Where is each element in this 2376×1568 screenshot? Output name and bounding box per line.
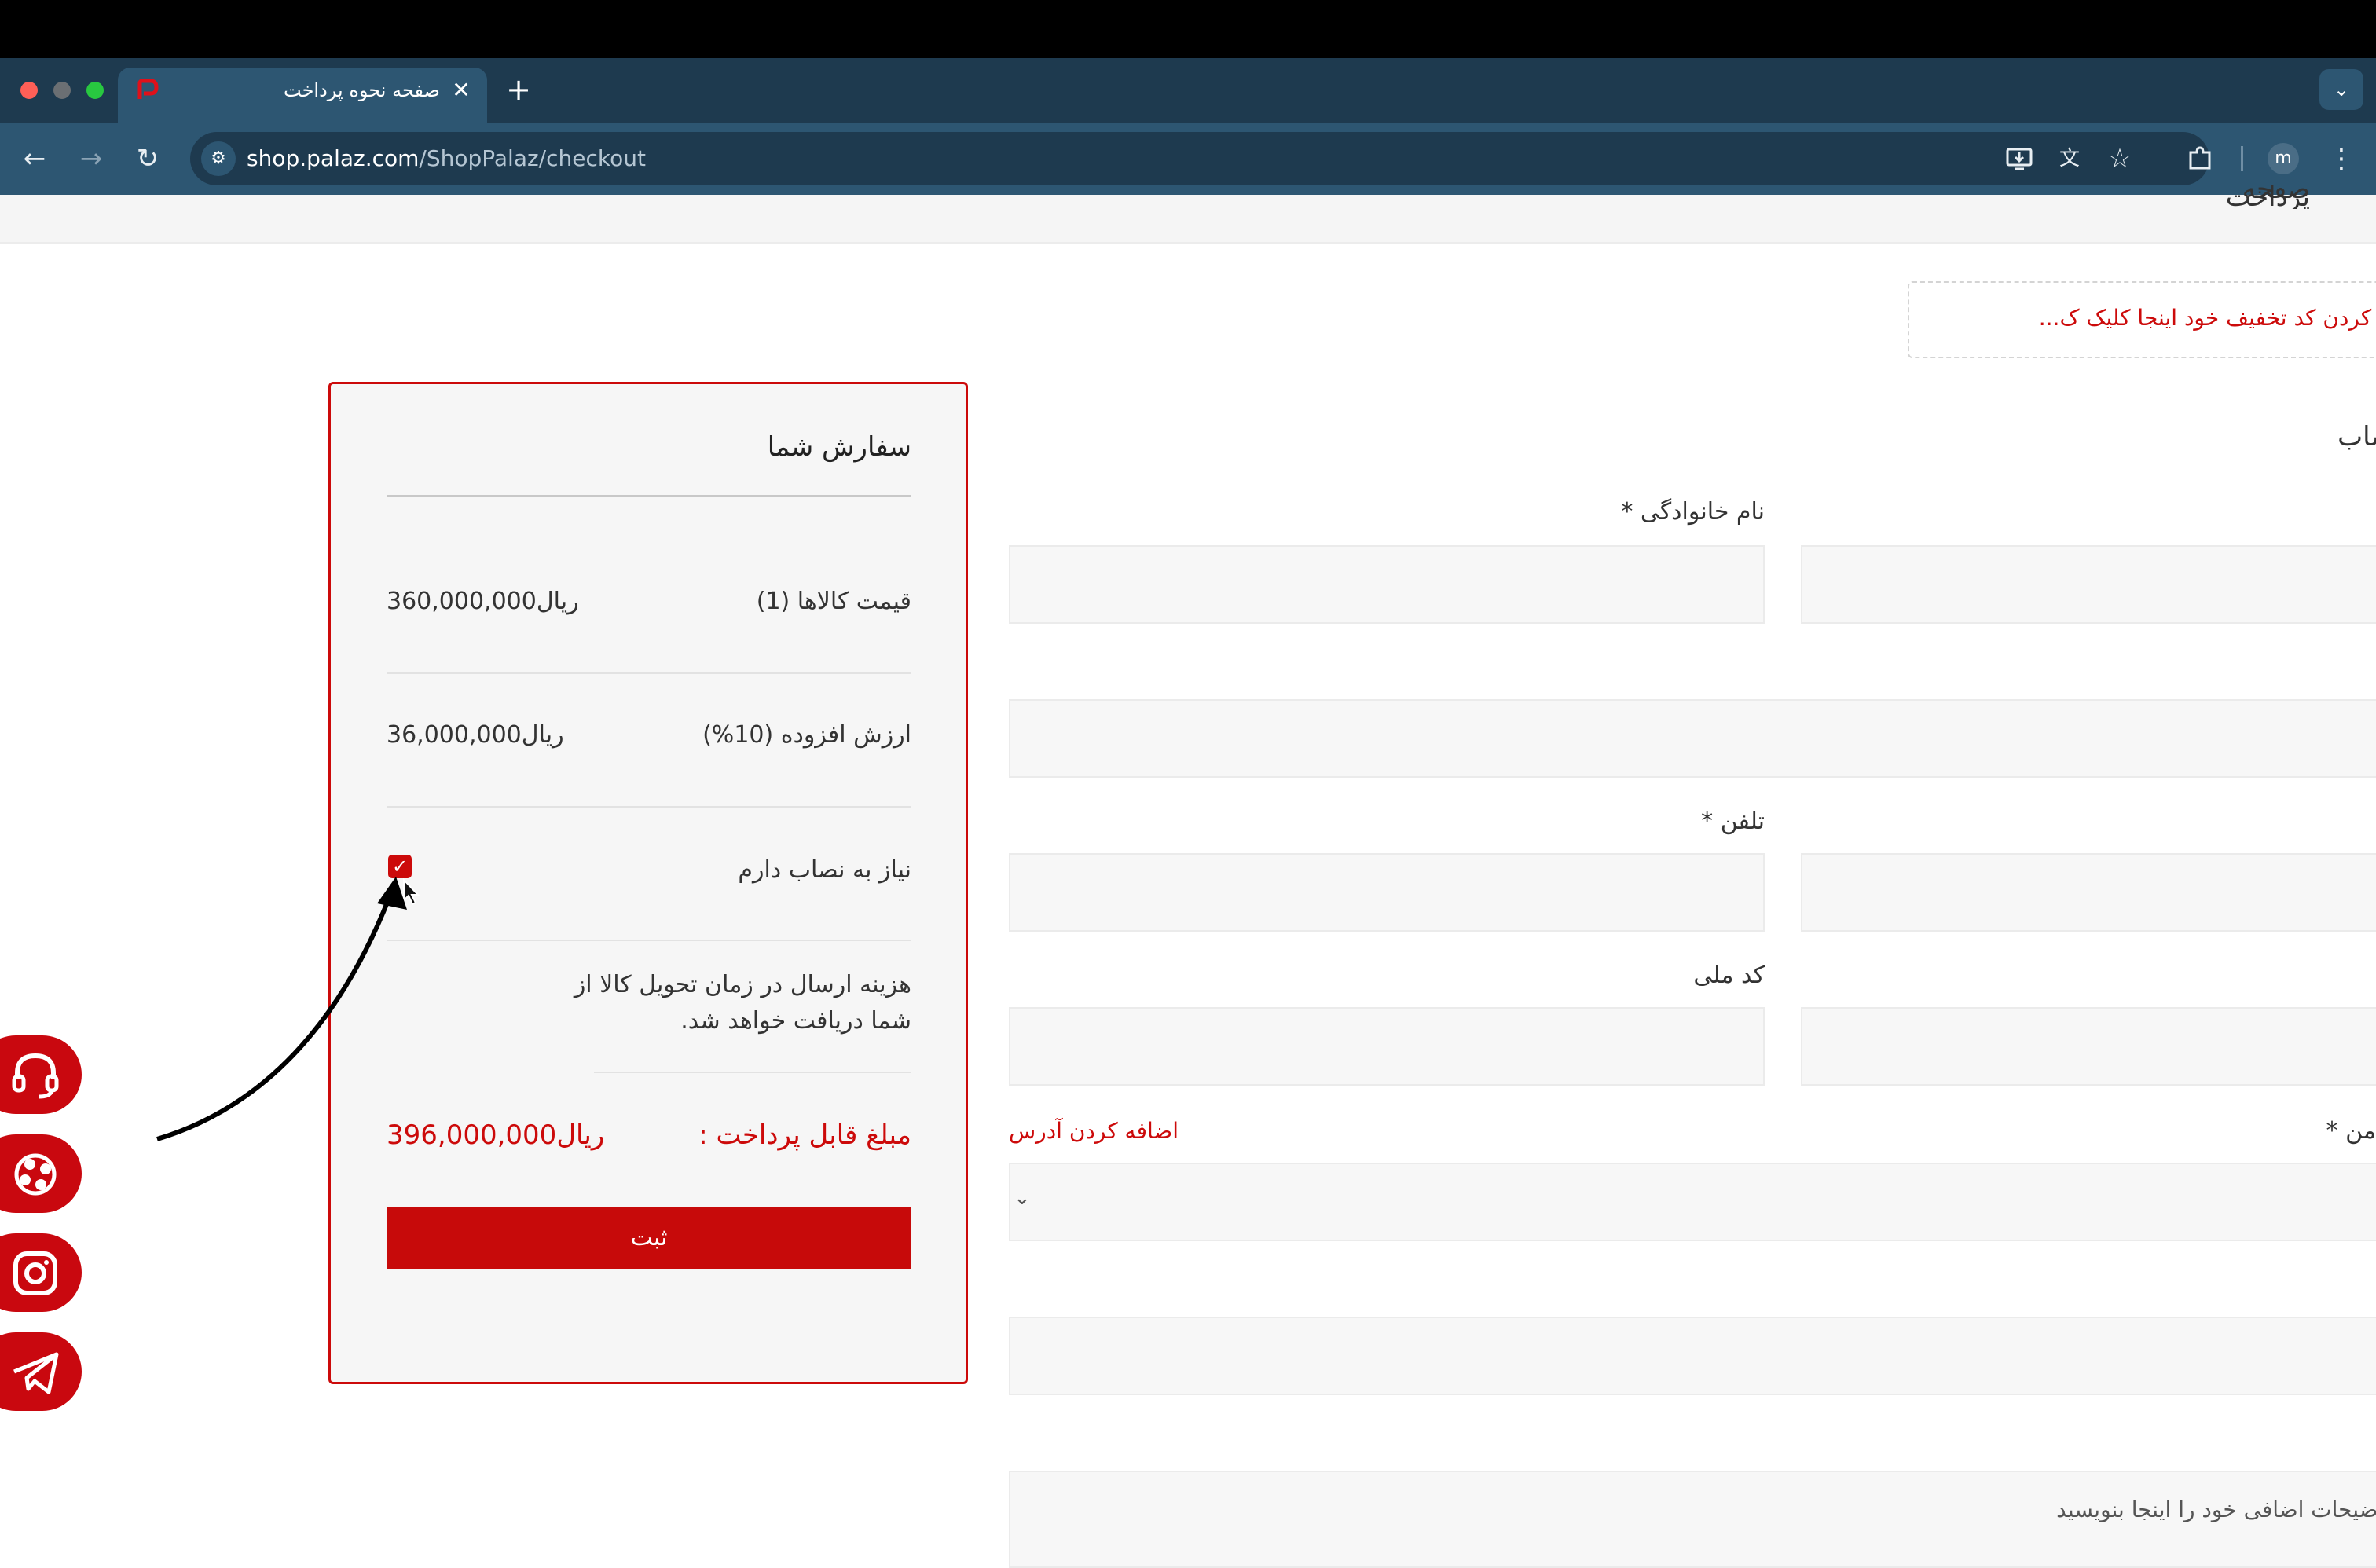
national-code-input[interactable] bbox=[1009, 1007, 1765, 1086]
profile-avatar[interactable]: m bbox=[2268, 143, 2299, 174]
total-payable-value: 396,000,000ریال bbox=[387, 1119, 605, 1151]
installer-needed-label: نیاز به نصاب دارم bbox=[738, 856, 911, 884]
order-notes-placeholder: وضیحات اضافی خود را اینجا بنویسید bbox=[2056, 1497, 2376, 1522]
aparat-icon bbox=[14, 1153, 57, 1196]
support-button[interactable] bbox=[0, 1035, 82, 1114]
items-price-value: 360,000,000ریال bbox=[387, 588, 579, 615]
order-title-divider bbox=[387, 495, 911, 497]
total-payable-label: مبلغ قابل پرداخت : bbox=[698, 1119, 911, 1151]
address-detail-input[interactable] bbox=[1009, 1317, 2376, 1395]
chevron-down-icon: ⌄ bbox=[1014, 1186, 1031, 1210]
extensions-icon[interactable] bbox=[2183, 141, 2217, 176]
vat-label: ارزش افزوده (10%) bbox=[702, 721, 911, 749]
reload-icon[interactable]: ↻ bbox=[130, 141, 165, 176]
telegram-button[interactable] bbox=[0, 1332, 82, 1411]
divider bbox=[387, 806, 911, 808]
annotation-arrow bbox=[156, 877, 407, 1141]
email-input[interactable] bbox=[1801, 853, 2376, 932]
shipping-note-line1: هزینه ارسال در زمان تحویل کالا از bbox=[574, 971, 911, 998]
divider bbox=[594, 1072, 911, 1073]
page-header-strip bbox=[0, 195, 2376, 244]
divider bbox=[387, 940, 911, 941]
forward-icon[interactable]: → bbox=[74, 141, 108, 176]
url-host: shop.palaz.com bbox=[247, 145, 420, 171]
company-label: ) bbox=[2365, 650, 2376, 685]
postal-code-input[interactable] bbox=[1801, 1007, 2376, 1086]
add-address-link[interactable]: اضافه کردن آدرس bbox=[1009, 1114, 1323, 1149]
instagram-icon bbox=[13, 1251, 57, 1295]
last-name-input[interactable] bbox=[1009, 545, 1765, 624]
instagram-button[interactable] bbox=[0, 1233, 82, 1312]
toolbar-separator bbox=[2241, 146, 2243, 171]
phone-input[interactable] bbox=[1009, 853, 1765, 932]
site-favicon-icon bbox=[135, 79, 159, 102]
telegram-icon bbox=[13, 1352, 59, 1394]
back-icon[interactable]: ← bbox=[17, 141, 52, 176]
translate-icon[interactable]: 文 bbox=[2052, 141, 2087, 176]
billing-section-heading: ساب bbox=[2338, 421, 2376, 452]
new-tab-button[interactable]: + bbox=[503, 74, 534, 105]
bookmark-star-icon[interactable]: ☆ bbox=[2103, 141, 2137, 176]
shipping-note-line2: شما دریافت خواهد شد. bbox=[680, 1007, 911, 1035]
national-code-label: کد ملی bbox=[1693, 962, 1765, 989]
menu-icon[interactable]: ⋮ bbox=[2324, 141, 2359, 176]
order-summary-title: سفارش شما bbox=[767, 431, 911, 463]
items-price-label: قیمت کالاها (1) bbox=[756, 588, 911, 615]
divider bbox=[387, 672, 911, 674]
company-input[interactable] bbox=[1009, 699, 2376, 778]
first-name-input[interactable] bbox=[1801, 545, 2376, 624]
page-title: صفحه پرداخت bbox=[2225, 185, 2310, 209]
address-label: من * bbox=[2326, 1117, 2376, 1145]
screen-top-bar bbox=[0, 0, 2376, 58]
support-headset-icon bbox=[12, 1053, 59, 1099]
window-zoom-button[interactable] bbox=[86, 82, 104, 99]
phone-label: تلفن * bbox=[1701, 808, 1765, 835]
site-info-icon[interactable]: ⚙ bbox=[201, 141, 236, 176]
coupon-prompt-link[interactable]: ؟ برای وارد کردن کد تخفیف خود اینجا کلیک… bbox=[1933, 299, 2376, 338]
notes-label: ( bbox=[2365, 1422, 2376, 1456]
last-name-label: نام خانوادگی * bbox=[1621, 498, 1765, 526]
window-close-button[interactable] bbox=[20, 82, 38, 99]
submit-order-button[interactable]: ثبت bbox=[387, 1207, 911, 1269]
address-select[interactable] bbox=[1009, 1163, 2376, 1241]
vat-value: 36,000,000ریال bbox=[387, 721, 564, 749]
window-minimize-button[interactable] bbox=[53, 82, 71, 99]
tab-search-icon[interactable]: ⌄ bbox=[2319, 69, 2363, 110]
aparat-button[interactable] bbox=[0, 1134, 82, 1213]
install-app-icon[interactable] bbox=[2002, 141, 2037, 176]
url-path: /ShopPalaz/checkout bbox=[419, 145, 646, 171]
tab-close-icon[interactable]: ✕ bbox=[449, 77, 473, 104]
tab-title: صفحه نحوه پرداخت bbox=[284, 79, 440, 101]
url-text[interactable]: shop.palaz.com/ShopPalaz/checkout bbox=[247, 140, 646, 178]
